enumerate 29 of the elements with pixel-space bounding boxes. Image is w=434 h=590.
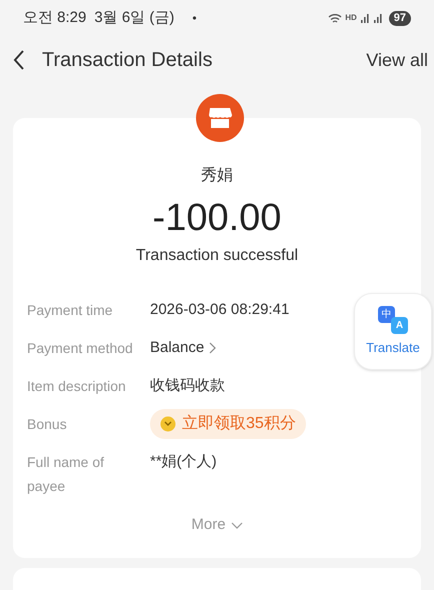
back-icon[interactable]: [12, 49, 26, 71]
status-time: 오전 8:29: [23, 8, 86, 28]
bonus-button[interactable]: 立即领取35积分: [150, 409, 306, 439]
signal-icon: [360, 13, 370, 23]
coin-icon: [160, 416, 176, 432]
detail-label: Payment time: [27, 301, 114, 320]
transaction-status: Transaction successful: [136, 246, 298, 266]
detail-label: Bonus: [27, 415, 68, 434]
notification-dot: •: [192, 10, 197, 27]
chevron-down-icon: [230, 522, 243, 529]
detail-value: 收钱码收款: [150, 376, 225, 396]
translate-button[interactable]: 中 A Translate: [354, 293, 432, 370]
payment-method-link[interactable]: Balance: [150, 336, 216, 360]
wifi-icon: [328, 12, 342, 24]
detail-value: 2026-03-06 08:29:41: [150, 300, 290, 320]
more-button[interactable]: More: [191, 514, 243, 536]
detail-label: Full name of payee: [27, 453, 106, 496]
status-date: 3월 6일 (금): [94, 8, 174, 28]
battery-indicator: 97: [388, 10, 411, 26]
page-title: Transaction Details: [42, 48, 212, 73]
payee-name: 秀娟: [201, 166, 233, 186]
chevron-right-icon: [209, 342, 216, 354]
detail-label: Item description: [27, 377, 127, 396]
signal-icon: [372, 13, 383, 23]
amount: -100.00: [152, 196, 282, 241]
network-type: HD: [345, 12, 357, 24]
view-all-link[interactable]: View all: [366, 46, 428, 74]
detail-label: Payment method: [27, 339, 134, 358]
detail-value: **娟(个人): [150, 452, 217, 472]
